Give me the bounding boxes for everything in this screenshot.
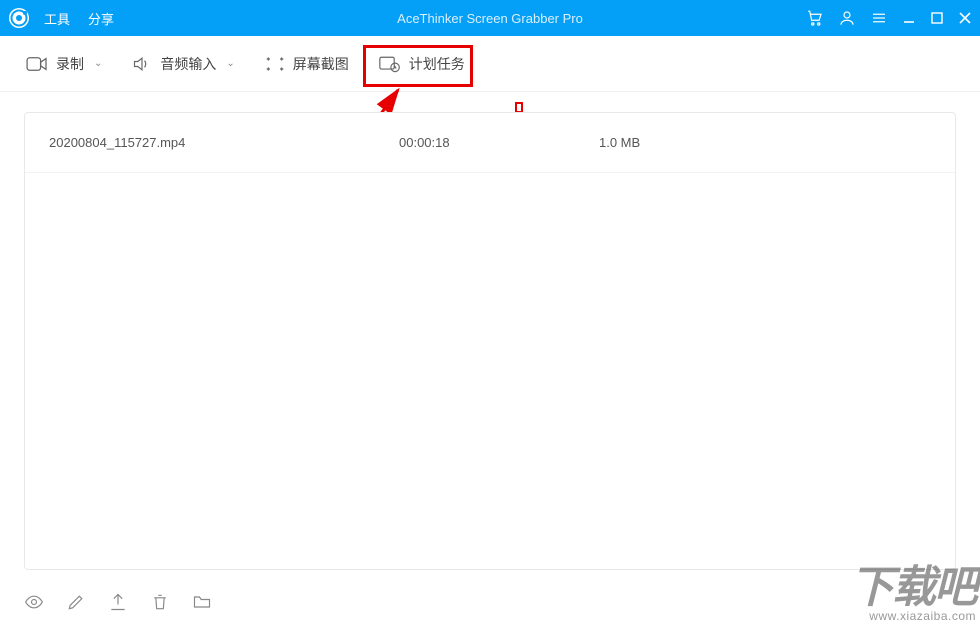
record-label: 录制	[56, 54, 84, 74]
audio-input-button[interactable]: 音频输入 ⌄	[130, 50, 236, 78]
cart-icon[interactable]	[806, 9, 824, 27]
app-logo-icon	[8, 7, 30, 29]
schedule-icon	[379, 55, 401, 73]
recordings-list: 20200804_115727.mp4 00:00:18 1.0 MB	[24, 112, 956, 570]
close-button[interactable]	[958, 11, 972, 25]
edit-button[interactable]	[66, 592, 86, 612]
scheduled-task-button[interactable]: 计划任务	[377, 50, 467, 78]
chevron-down-icon: ⌄	[226, 58, 234, 69]
speaker-icon	[132, 55, 152, 73]
bottom-toolbar	[0, 578, 980, 626]
upload-button[interactable]	[108, 592, 128, 612]
screenshot-button[interactable]: 屏幕截图	[263, 50, 351, 78]
chevron-down-icon: ⌄	[94, 58, 102, 69]
delete-button[interactable]	[150, 592, 170, 612]
minimize-button[interactable]	[902, 11, 916, 25]
audio-input-label: 音频输入	[160, 54, 216, 74]
preview-button[interactable]	[24, 592, 44, 612]
maximize-button[interactable]	[930, 11, 944, 25]
recording-size: 1.0 MB	[599, 135, 931, 150]
menu-share[interactable]: 分享	[88, 9, 114, 28]
recording-name: 20200804_115727.mp4	[49, 135, 399, 150]
open-folder-button[interactable]	[192, 592, 212, 612]
record-button[interactable]: 录制 ⌄	[24, 50, 104, 78]
menu-tools[interactable]: 工具	[44, 9, 70, 28]
screenshot-label: 屏幕截图	[293, 54, 349, 74]
recording-duration: 00:00:18	[399, 135, 599, 150]
account-icon[interactable]	[838, 9, 856, 27]
titlebar: 工具 分享 AceThinker Screen Grabber Pro	[0, 0, 980, 36]
toolbar: 录制 ⌄ 音频输入 ⌄ 屏幕截图 计划任务	[0, 36, 980, 92]
crop-icon	[265, 55, 285, 73]
table-row[interactable]: 20200804_115727.mp4 00:00:18 1.0 MB	[25, 113, 955, 173]
hamburger-menu-icon[interactable]	[870, 9, 888, 27]
scheduled-task-label: 计划任务	[409, 54, 465, 74]
app-title: AceThinker Screen Grabber Pro	[397, 11, 583, 26]
camera-icon	[26, 55, 48, 73]
titlebar-right	[806, 9, 972, 27]
